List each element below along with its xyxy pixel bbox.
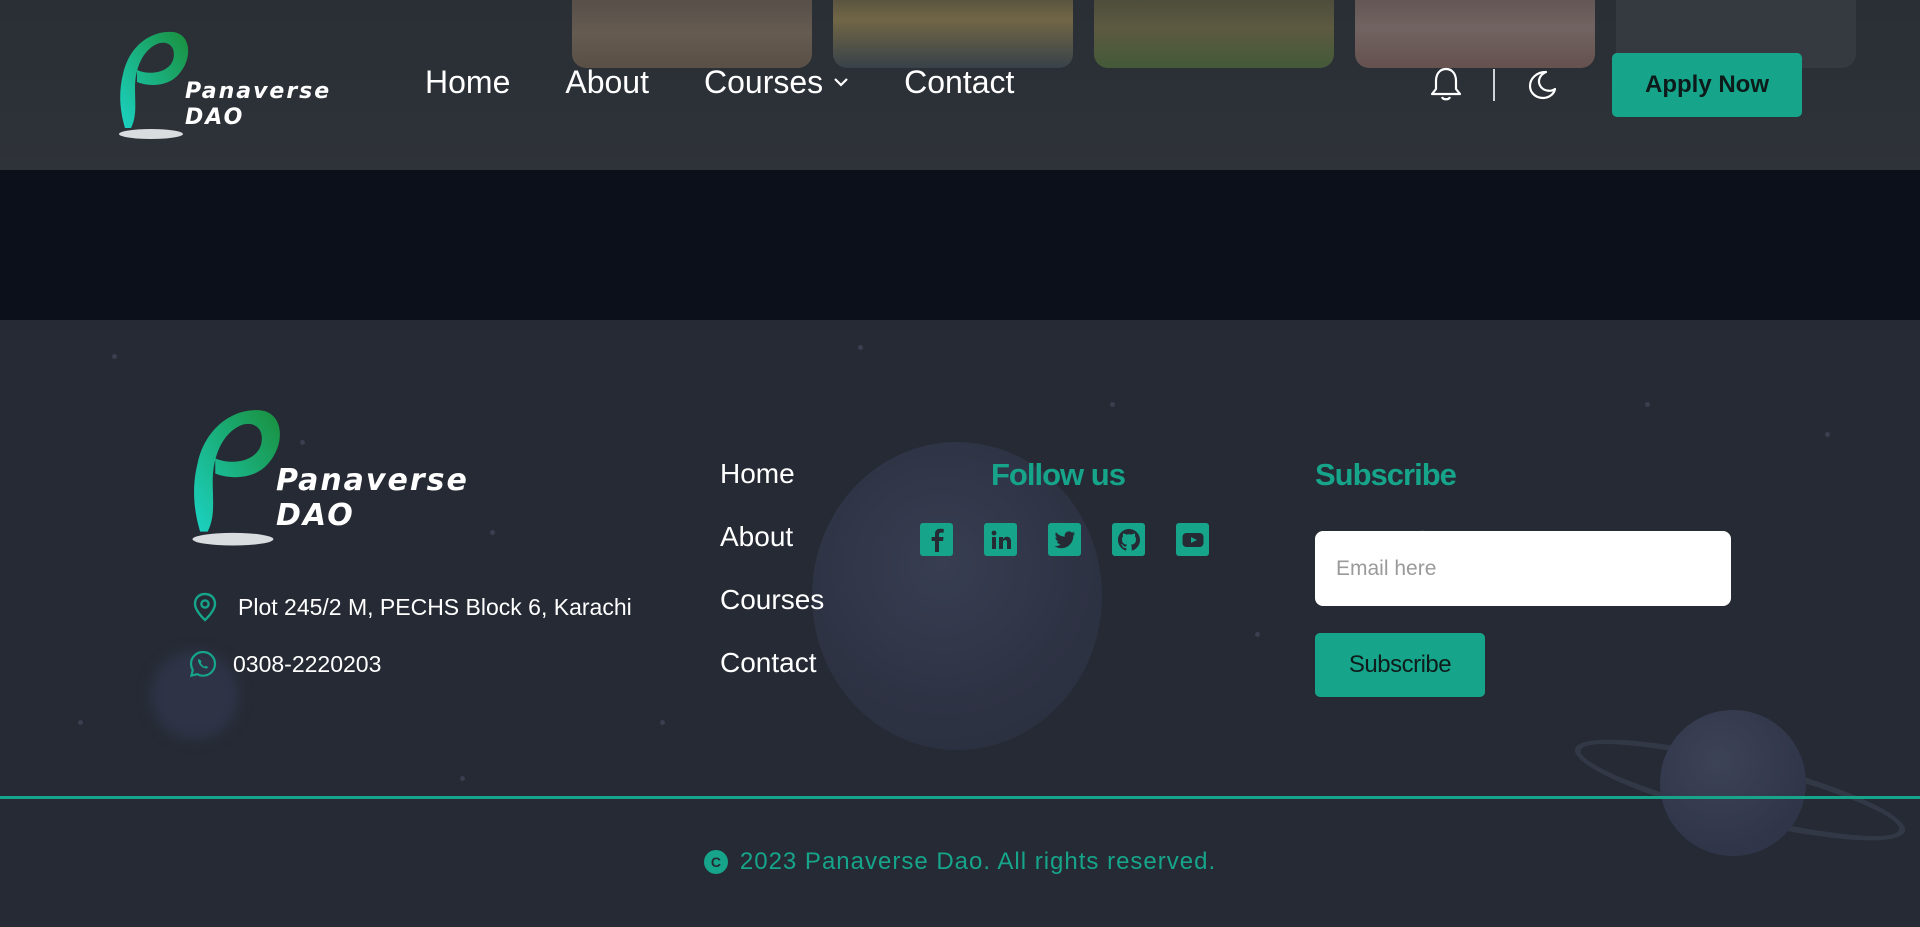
nav-home[interactable]: Home xyxy=(425,64,510,101)
footer-link-courses[interactable]: Courses xyxy=(720,584,824,647)
logo-text-line2: DAO xyxy=(276,497,355,533)
subscribe-button[interactable]: Subscribe xyxy=(1315,633,1485,697)
whatsapp-icon xyxy=(189,650,217,678)
content-band xyxy=(0,170,1920,320)
footer-links: Home About Courses Contact xyxy=(720,458,824,710)
address-text: Plot 245/2 M, PECHS Block 6, Karachi xyxy=(238,593,632,620)
footer-divider xyxy=(0,796,1920,799)
planet-illustration-small xyxy=(1660,710,1806,856)
subscribe-heading: Subscribe xyxy=(1315,457,1457,492)
copyright-text: 2023 Panaverse Dao. All rights reserved. xyxy=(739,848,1217,875)
site-header: Panaverse DAO Home About Courses Contact… xyxy=(0,0,1920,170)
social-links xyxy=(920,523,1240,556)
nav-courses[interactable]: Courses xyxy=(704,64,849,101)
copyright-icon: C xyxy=(703,850,728,874)
moon-icon[interactable] xyxy=(1526,68,1558,100)
nav-about[interactable]: About xyxy=(565,64,649,101)
footer-logo[interactable]: Panaverse DAO xyxy=(190,405,469,547)
apply-now-button[interactable]: Apply Now xyxy=(1612,53,1802,117)
address: Plot 245/2 M, PECHS Block 6, Karachi xyxy=(192,592,632,622)
twitter-icon[interactable] xyxy=(1048,523,1081,556)
header-logo[interactable]: Panaverse DAO xyxy=(117,28,331,140)
youtube-icon[interactable] xyxy=(1176,523,1209,556)
copyright: C 2023 Panaverse Dao. All rights reserve… xyxy=(0,848,1920,876)
bell-icon[interactable] xyxy=(1430,66,1462,102)
logo-text-line1: Panaverse xyxy=(185,79,332,105)
phone: 0308-2220203 xyxy=(189,650,381,678)
main-nav: Home About Courses Contact xyxy=(425,64,1069,101)
nav-courses-label: Courses xyxy=(703,64,824,100)
footer-link-home[interactable]: Home xyxy=(720,458,824,521)
follow-us-heading: Follow us xyxy=(991,457,1126,492)
location-pin-icon xyxy=(193,592,217,622)
logo-pin-icon xyxy=(117,28,193,140)
logo-text-line2: DAO xyxy=(185,104,245,130)
logo-pin-icon xyxy=(190,405,286,547)
divider xyxy=(1493,69,1495,101)
nav-contact[interactable]: Contact xyxy=(904,64,1014,101)
linkedin-icon[interactable] xyxy=(984,523,1017,556)
email-field[interactable] xyxy=(1315,531,1731,606)
footer-link-about[interactable]: About xyxy=(720,521,824,584)
site-footer: Panaverse DAO Plot 245/2 M, PECHS Block … xyxy=(0,320,1920,927)
chevron-down-icon xyxy=(833,72,849,93)
phone-text: 0308-2220203 xyxy=(233,650,382,677)
logo-text-line1: Panaverse xyxy=(276,463,469,498)
github-icon[interactable] xyxy=(1112,523,1145,556)
footer-link-contact[interactable]: Contact xyxy=(720,647,824,710)
facebook-icon[interactable] xyxy=(920,523,953,556)
